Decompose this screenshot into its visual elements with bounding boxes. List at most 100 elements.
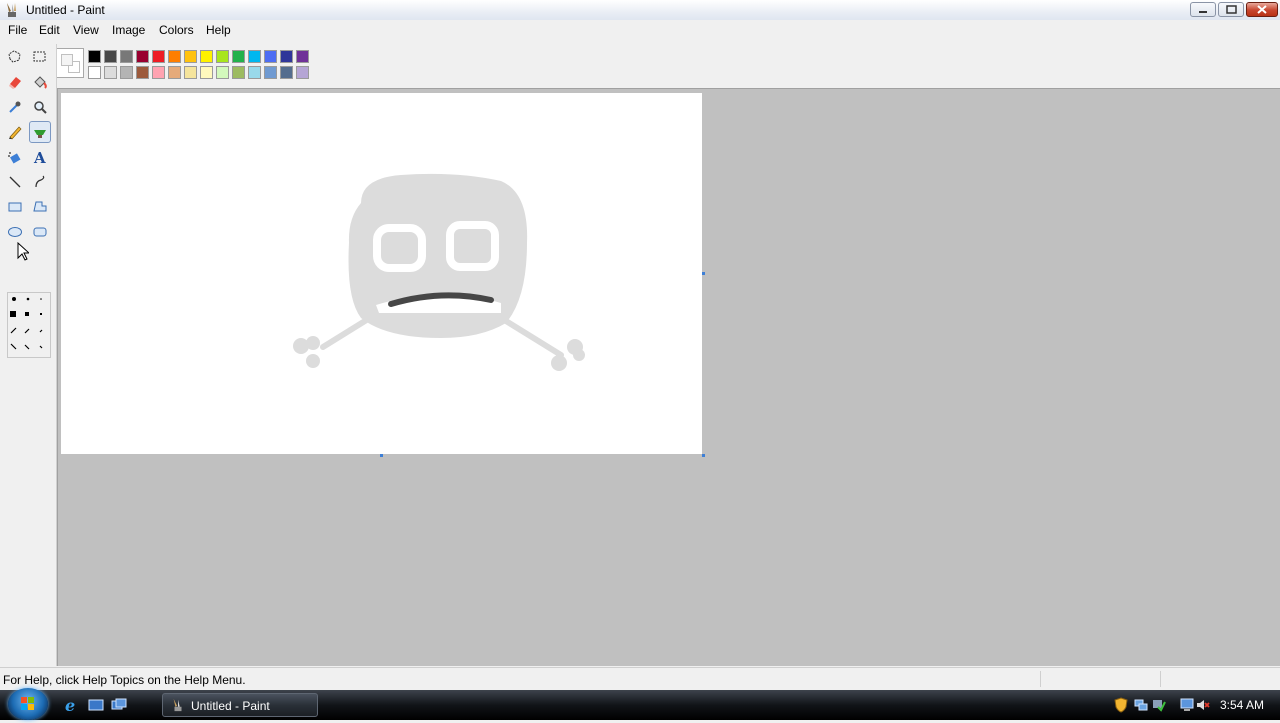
foreground-color [61,54,73,66]
security-shield-icon[interactable] [1114,697,1128,713]
color-swatch[interactable] [152,50,165,63]
color-swatch[interactable] [120,50,133,63]
current-colors[interactable] [56,48,84,78]
curve-icon [35,175,45,188]
line-tool[interactable] [4,171,26,193]
color-swatch[interactable] [264,66,277,79]
safely-remove-check-icon[interactable] [1152,698,1166,712]
color-swatch[interactable] [136,66,149,79]
polygon-icon [33,201,47,212]
airbrush-icon [8,152,21,164]
brush-tool[interactable] [29,121,51,143]
color-swatch[interactable] [296,50,309,63]
color-swatch[interactable] [104,66,117,79]
color-swatch[interactable] [152,66,165,79]
internet-explorer-icon[interactable]: e [64,697,80,713]
drawing-face-sketch [293,173,585,371]
magnifier-tool[interactable] [29,96,51,118]
status-help-text: For Help, click Help Topics on the Help … [3,673,246,687]
minimize-button[interactable] [1190,2,1216,17]
color-swatch[interactable] [248,66,261,79]
show-desktop-icon[interactable] [88,697,104,713]
volume-muted-icon[interactable] [1196,698,1210,712]
eraser-tool[interactable] [4,71,26,93]
select-tool[interactable] [29,46,51,68]
text-a-icon: A [33,149,46,165]
svg-text:A: A [33,149,46,165]
close-icon [1257,5,1267,14]
free-form-select-tool[interactable] [4,46,26,68]
color-swatch[interactable] [280,66,293,79]
paint-bucket-icon [34,76,47,89]
color-swatch[interactable] [216,50,229,63]
color-swatch[interactable] [168,50,181,63]
color-swatch[interactable] [136,50,149,63]
maximize-button[interactable] [1218,2,1244,17]
rounded-rectangle-tool[interactable] [29,221,51,243]
color-swatch[interactable] [280,50,293,63]
color-swatch[interactable] [104,50,117,63]
brush-icon [34,130,46,138]
drawing-canvas[interactable] [61,93,702,454]
status-bar: For Help, click Help Topics on the Help … [0,667,1280,690]
network-icon[interactable] [1134,698,1148,712]
color-swatch[interactable] [248,50,261,63]
close-button[interactable] [1246,2,1278,17]
color-swatch[interactable] [216,66,229,79]
menu-help[interactable]: Help [205,23,232,37]
paint-app-icon [173,698,182,712]
mouse-cursor-icon [17,242,29,261]
tool-options[interactable] [7,292,51,358]
color-swatch[interactable] [88,50,101,63]
resize-handle-right[interactable] [702,272,705,275]
menu-view[interactable]: View [72,23,100,37]
pick-color-tool[interactable] [4,96,26,118]
polygon-tool[interactable] [29,196,51,218]
color-swatch[interactable] [88,66,101,79]
color-swatch[interactable] [232,66,245,79]
airbrush-tool[interactable] [4,146,26,168]
color-swatch[interactable] [120,66,133,79]
magnifier-icon [34,101,47,114]
brush-shape-options-icon [10,297,43,350]
free-form-select-icon [8,50,21,63]
color-swatch[interactable] [168,66,181,79]
color-swatch[interactable] [264,50,277,63]
rectangle-tool[interactable] [4,196,26,218]
menu-file[interactable]: File [7,23,28,37]
ellipse-icon [8,227,22,237]
computer-icon[interactable] [1180,698,1194,712]
window-title: Untitled - Paint [26,3,105,17]
eyedropper-icon [9,101,21,113]
taskbar-paint-label: Untitled - Paint [191,699,270,713]
taskbar: e Untitled - Paint 3:54 AM [0,688,1280,720]
color-swatch[interactable] [184,66,197,79]
paint-app-icon [7,3,16,17]
taskbar-paint-button[interactable]: Untitled - Paint [162,693,318,717]
svg-text:e: e [65,697,75,713]
curve-tool[interactable] [29,171,51,193]
resize-handle-bottom[interactable] [380,454,383,457]
status-separator [1040,671,1041,687]
color-swatch[interactable] [296,66,309,79]
start-button[interactable] [8,688,48,720]
ellipse-tool[interactable] [4,221,26,243]
resize-handle-corner[interactable] [702,454,705,457]
menu-image[interactable]: Image [111,23,146,37]
pencil-tool[interactable] [4,121,26,143]
color-swatch[interactable] [200,66,213,79]
menu-colors[interactable]: Colors [158,23,195,37]
color-palette [56,46,316,82]
color-swatch[interactable] [184,50,197,63]
color-swatch[interactable] [232,50,245,63]
switch-windows-icon[interactable] [111,697,127,713]
fill-with-color-tool[interactable] [29,71,51,93]
text-tool[interactable]: A [29,146,51,168]
color-swatch[interactable] [200,50,213,63]
clock[interactable]: 3:54 AM [1220,698,1264,712]
pencil-icon [9,126,22,140]
menu-edit[interactable]: Edit [38,23,61,37]
line-icon [9,176,21,188]
menu-bar: File Edit View Image Colors Help [0,20,1280,40]
title-bar: Untitled - Paint [0,0,1280,21]
